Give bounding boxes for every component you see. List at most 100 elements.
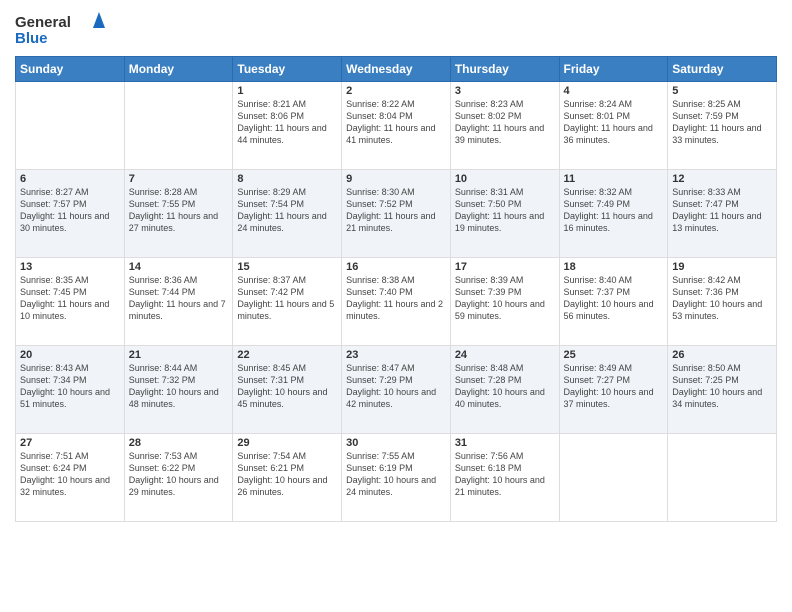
day-info: Sunrise: 8:30 AMSunset: 7:52 PMDaylight:… bbox=[346, 186, 446, 235]
day-info: Sunrise: 7:53 AMSunset: 6:22 PMDaylight:… bbox=[129, 450, 229, 499]
calendar-cell: 22Sunrise: 8:45 AMSunset: 7:31 PMDayligh… bbox=[233, 346, 342, 434]
calendar-cell: 19Sunrise: 8:42 AMSunset: 7:36 PMDayligh… bbox=[668, 258, 777, 346]
logo: General Blue bbox=[15, 10, 105, 50]
day-number: 8 bbox=[237, 173, 337, 185]
calendar-cell: 25Sunrise: 8:49 AMSunset: 7:27 PMDayligh… bbox=[559, 346, 668, 434]
day-number: 6 bbox=[20, 173, 120, 185]
day-number: 30 bbox=[346, 437, 446, 449]
day-info: Sunrise: 8:42 AMSunset: 7:36 PMDaylight:… bbox=[672, 274, 772, 323]
calendar-cell bbox=[124, 82, 233, 170]
calendar-cell: 26Sunrise: 8:50 AMSunset: 7:25 PMDayligh… bbox=[668, 346, 777, 434]
day-info: Sunrise: 8:21 AMSunset: 8:06 PMDaylight:… bbox=[237, 98, 337, 147]
calendar-cell: 6Sunrise: 8:27 AMSunset: 7:57 PMDaylight… bbox=[16, 170, 125, 258]
day-info: Sunrise: 8:40 AMSunset: 7:37 PMDaylight:… bbox=[564, 274, 664, 323]
day-info: Sunrise: 8:27 AMSunset: 7:57 PMDaylight:… bbox=[20, 186, 120, 235]
day-number: 31 bbox=[455, 437, 555, 449]
day-info: Sunrise: 7:55 AMSunset: 6:19 PMDaylight:… bbox=[346, 450, 446, 499]
calendar-cell: 10Sunrise: 8:31 AMSunset: 7:50 PMDayligh… bbox=[450, 170, 559, 258]
day-number: 1 bbox=[237, 85, 337, 97]
calendar-cell: 13Sunrise: 8:35 AMSunset: 7:45 PMDayligh… bbox=[16, 258, 125, 346]
day-number: 9 bbox=[346, 173, 446, 185]
day-header-wednesday: Wednesday bbox=[342, 57, 451, 82]
calendar-cell: 14Sunrise: 8:36 AMSunset: 7:44 PMDayligh… bbox=[124, 258, 233, 346]
day-header-sunday: Sunday bbox=[16, 57, 125, 82]
calendar-cell: 11Sunrise: 8:32 AMSunset: 7:49 PMDayligh… bbox=[559, 170, 668, 258]
day-number: 3 bbox=[455, 85, 555, 97]
day-number: 10 bbox=[455, 173, 555, 185]
day-number: 21 bbox=[129, 349, 229, 361]
day-info: Sunrise: 7:56 AMSunset: 6:18 PMDaylight:… bbox=[455, 450, 555, 499]
day-number: 4 bbox=[564, 85, 664, 97]
day-info: Sunrise: 8:37 AMSunset: 7:42 PMDaylight:… bbox=[237, 274, 337, 323]
day-header-saturday: Saturday bbox=[668, 57, 777, 82]
calendar-cell: 23Sunrise: 8:47 AMSunset: 7:29 PMDayligh… bbox=[342, 346, 451, 434]
calendar-cell: 20Sunrise: 8:43 AMSunset: 7:34 PMDayligh… bbox=[16, 346, 125, 434]
calendar-cell: 9Sunrise: 8:30 AMSunset: 7:52 PMDaylight… bbox=[342, 170, 451, 258]
calendar-cell: 1Sunrise: 8:21 AMSunset: 8:06 PMDaylight… bbox=[233, 82, 342, 170]
day-info: Sunrise: 8:31 AMSunset: 7:50 PMDaylight:… bbox=[455, 186, 555, 235]
day-number: 11 bbox=[564, 173, 664, 185]
calendar-cell: 31Sunrise: 7:56 AMSunset: 6:18 PMDayligh… bbox=[450, 434, 559, 522]
day-number: 25 bbox=[564, 349, 664, 361]
day-info: Sunrise: 8:38 AMSunset: 7:40 PMDaylight:… bbox=[346, 274, 446, 323]
calendar-cell: 24Sunrise: 8:48 AMSunset: 7:28 PMDayligh… bbox=[450, 346, 559, 434]
calendar-cell: 3Sunrise: 8:23 AMSunset: 8:02 PMDaylight… bbox=[450, 82, 559, 170]
day-info: Sunrise: 8:43 AMSunset: 7:34 PMDaylight:… bbox=[20, 362, 120, 411]
calendar-cell bbox=[559, 434, 668, 522]
day-number: 2 bbox=[346, 85, 446, 97]
day-info: Sunrise: 8:23 AMSunset: 8:02 PMDaylight:… bbox=[455, 98, 555, 147]
calendar-cell bbox=[668, 434, 777, 522]
day-number: 24 bbox=[455, 349, 555, 361]
day-number: 20 bbox=[20, 349, 120, 361]
day-number: 16 bbox=[346, 261, 446, 273]
day-info: Sunrise: 8:35 AMSunset: 7:45 PMDaylight:… bbox=[20, 274, 120, 323]
day-info: Sunrise: 8:36 AMSunset: 7:44 PMDaylight:… bbox=[129, 274, 229, 323]
calendar-cell: 4Sunrise: 8:24 AMSunset: 8:01 PMDaylight… bbox=[559, 82, 668, 170]
day-info: Sunrise: 8:24 AMSunset: 8:01 PMDaylight:… bbox=[564, 98, 664, 147]
calendar-week-row: 20Sunrise: 8:43 AMSunset: 7:34 PMDayligh… bbox=[16, 346, 777, 434]
svg-text:General: General bbox=[15, 14, 71, 31]
calendar-cell: 5Sunrise: 8:25 AMSunset: 7:59 PMDaylight… bbox=[668, 82, 777, 170]
day-number: 13 bbox=[20, 261, 120, 273]
day-number: 22 bbox=[237, 349, 337, 361]
calendar-cell: 27Sunrise: 7:51 AMSunset: 6:24 PMDayligh… bbox=[16, 434, 125, 522]
calendar-cell: 17Sunrise: 8:39 AMSunset: 7:39 PMDayligh… bbox=[450, 258, 559, 346]
calendar-cell: 30Sunrise: 7:55 AMSunset: 6:19 PMDayligh… bbox=[342, 434, 451, 522]
calendar-header-row: SundayMondayTuesdayWednesdayThursdayFrid… bbox=[16, 57, 777, 82]
day-info: Sunrise: 8:22 AMSunset: 8:04 PMDaylight:… bbox=[346, 98, 446, 147]
header: General Blue bbox=[15, 10, 777, 50]
calendar-week-row: 27Sunrise: 7:51 AMSunset: 6:24 PMDayligh… bbox=[16, 434, 777, 522]
day-number: 15 bbox=[237, 261, 337, 273]
day-info: Sunrise: 8:32 AMSunset: 7:49 PMDaylight:… bbox=[564, 186, 664, 235]
calendar-cell: 12Sunrise: 8:33 AMSunset: 7:47 PMDayligh… bbox=[668, 170, 777, 258]
calendar-week-row: 6Sunrise: 8:27 AMSunset: 7:57 PMDaylight… bbox=[16, 170, 777, 258]
day-info: Sunrise: 7:54 AMSunset: 6:21 PMDaylight:… bbox=[237, 450, 337, 499]
day-header-tuesday: Tuesday bbox=[233, 57, 342, 82]
day-header-thursday: Thursday bbox=[450, 57, 559, 82]
day-number: 29 bbox=[237, 437, 337, 449]
day-number: 14 bbox=[129, 261, 229, 273]
day-info: Sunrise: 8:39 AMSunset: 7:39 PMDaylight:… bbox=[455, 274, 555, 323]
day-info: Sunrise: 8:50 AMSunset: 7:25 PMDaylight:… bbox=[672, 362, 772, 411]
day-info: Sunrise: 7:51 AMSunset: 6:24 PMDaylight:… bbox=[20, 450, 120, 499]
day-header-friday: Friday bbox=[559, 57, 668, 82]
day-info: Sunrise: 8:33 AMSunset: 7:47 PMDaylight:… bbox=[672, 186, 772, 235]
day-info: Sunrise: 8:28 AMSunset: 7:55 PMDaylight:… bbox=[129, 186, 229, 235]
calendar-cell: 16Sunrise: 8:38 AMSunset: 7:40 PMDayligh… bbox=[342, 258, 451, 346]
calendar-cell: 18Sunrise: 8:40 AMSunset: 7:37 PMDayligh… bbox=[559, 258, 668, 346]
day-number: 12 bbox=[672, 173, 772, 185]
calendar-cell: 15Sunrise: 8:37 AMSunset: 7:42 PMDayligh… bbox=[233, 258, 342, 346]
calendar-week-row: 13Sunrise: 8:35 AMSunset: 7:45 PMDayligh… bbox=[16, 258, 777, 346]
day-header-monday: Monday bbox=[124, 57, 233, 82]
calendar-week-row: 1Sunrise: 8:21 AMSunset: 8:06 PMDaylight… bbox=[16, 82, 777, 170]
logo-svg: General Blue bbox=[15, 10, 105, 50]
calendar-cell: 28Sunrise: 7:53 AMSunset: 6:22 PMDayligh… bbox=[124, 434, 233, 522]
day-info: Sunrise: 8:45 AMSunset: 7:31 PMDaylight:… bbox=[237, 362, 337, 411]
calendar-cell bbox=[16, 82, 125, 170]
day-number: 7 bbox=[129, 173, 229, 185]
calendar-table: SundayMondayTuesdayWednesdayThursdayFrid… bbox=[15, 56, 777, 522]
day-info: Sunrise: 8:48 AMSunset: 7:28 PMDaylight:… bbox=[455, 362, 555, 411]
day-number: 5 bbox=[672, 85, 772, 97]
day-number: 27 bbox=[20, 437, 120, 449]
calendar-cell: 8Sunrise: 8:29 AMSunset: 7:54 PMDaylight… bbox=[233, 170, 342, 258]
